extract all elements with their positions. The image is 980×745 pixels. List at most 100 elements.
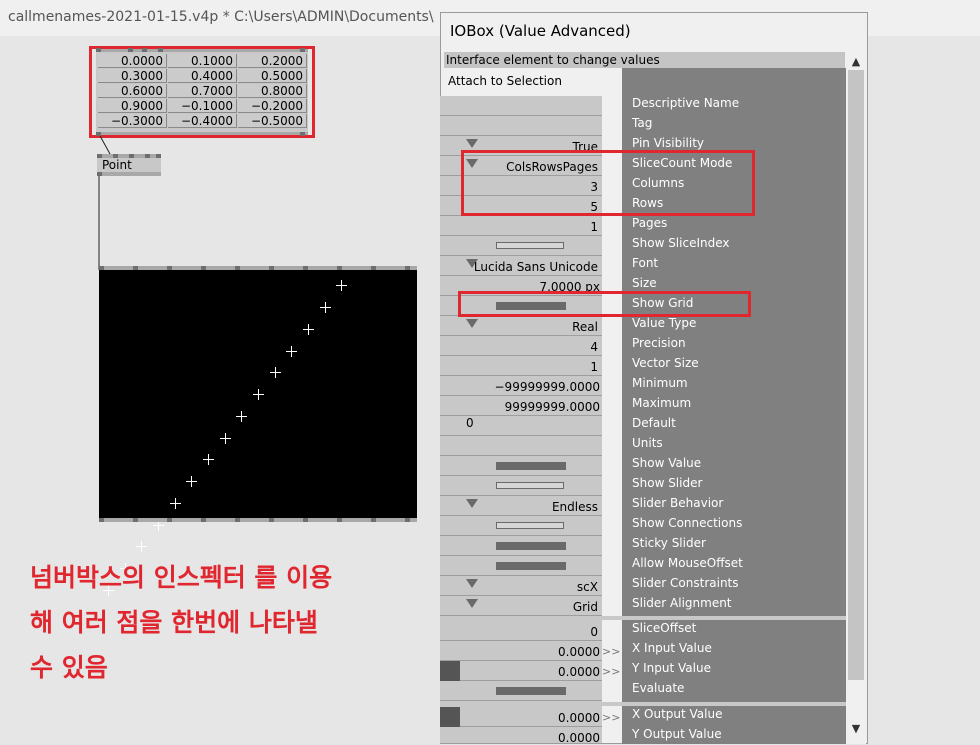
toggle-off bbox=[496, 522, 564, 529]
renderer-pin[interactable] bbox=[303, 518, 308, 522]
x-output-connected-marker bbox=[440, 707, 460, 727]
dropdown-triangle-icon bbox=[466, 599, 478, 608]
renderer-pin[interactable] bbox=[201, 518, 206, 522]
inspector-scroll-thumb[interactable] bbox=[848, 70, 864, 680]
value-value-type[interactable]: Real bbox=[440, 316, 602, 336]
value-x-input[interactable]: 0.0000 bbox=[440, 641, 602, 661]
inspector-title: IOBox (Value Advanced) bbox=[450, 22, 631, 40]
renderer-pin[interactable] bbox=[133, 266, 138, 270]
label-descriptive-name: Descriptive Name bbox=[632, 96, 740, 110]
value-pages[interactable]: 1 bbox=[440, 216, 602, 236]
label-show-sliceindex: Show SliceIndex bbox=[632, 236, 730, 250]
iobox-input-pin[interactable] bbox=[142, 48, 147, 52]
value-slider-alignment[interactable]: Grid bbox=[440, 596, 602, 616]
renderer-window[interactable] bbox=[99, 270, 417, 596]
scroll-down-icon[interactable]: ▼ bbox=[846, 720, 866, 738]
value-evaluate[interactable] bbox=[440, 681, 602, 701]
attach-to-selection-toggle[interactable]: Attach to Selection bbox=[448, 74, 562, 88]
label-y-input-value: Y Input Value bbox=[632, 661, 711, 675]
value-show-connections[interactable] bbox=[440, 516, 602, 536]
point-marker bbox=[219, 432, 231, 444]
value-y-output[interactable]: 0.0000 bbox=[440, 727, 602, 745]
renderer-pin[interactable] bbox=[337, 266, 342, 270]
iobox-input-pin[interactable] bbox=[158, 48, 163, 52]
value-show-value[interactable] bbox=[440, 456, 602, 476]
annotation-line-3: 수 있음 bbox=[30, 653, 108, 682]
value-sticky-slider[interactable] bbox=[440, 536, 602, 556]
value-maximum[interactable]: 99999999.0000 bbox=[440, 396, 602, 416]
value-units[interactable] bbox=[440, 436, 602, 456]
renderer-pin[interactable] bbox=[405, 518, 410, 522]
iobox-output-pin[interactable] bbox=[300, 132, 305, 136]
point-marker bbox=[236, 410, 248, 422]
iobox-input-pin[interactable] bbox=[128, 48, 133, 52]
label-slider-behavior: Slider Behavior bbox=[632, 496, 724, 510]
value-minimum[interactable]: −99999999.0000 bbox=[440, 376, 602, 396]
scroll-up-icon[interactable]: ▲ bbox=[846, 53, 866, 71]
value-font[interactable]: Lucida Sans Unicode bbox=[440, 256, 602, 276]
label-sliceoffset: SliceOffset bbox=[632, 621, 697, 635]
value-sliceoffset[interactable]: 0 bbox=[440, 621, 602, 641]
renderer-pin[interactable] bbox=[235, 518, 240, 522]
value-tag[interactable] bbox=[440, 116, 602, 136]
point-output-pin[interactable] bbox=[97, 172, 102, 176]
value-show-sliceindex[interactable] bbox=[440, 236, 602, 256]
label-default: Default bbox=[632, 416, 676, 430]
value-default[interactable]: 0 bbox=[440, 416, 602, 436]
toggle-on bbox=[496, 462, 566, 470]
renderer-pin[interactable] bbox=[405, 266, 410, 270]
iobox-input-pin[interactable] bbox=[96, 48, 101, 52]
label-tag: Tag bbox=[632, 116, 653, 130]
renderer-pin[interactable] bbox=[303, 266, 308, 270]
label-font: Font bbox=[632, 256, 659, 270]
label-show-slider: Show Slider bbox=[632, 476, 703, 490]
point-marker bbox=[169, 497, 181, 509]
renderer-pin[interactable] bbox=[235, 266, 240, 270]
section-separator bbox=[440, 702, 846, 706]
value-x-output[interactable]: 0.0000 bbox=[460, 707, 602, 727]
point-marker bbox=[136, 541, 148, 553]
label-precision: Precision bbox=[632, 336, 686, 350]
renderer-pin[interactable] bbox=[371, 518, 376, 522]
y-input-connected-marker bbox=[440, 661, 460, 681]
renderer-pin[interactable] bbox=[99, 266, 104, 270]
value-slider-constraints[interactable]: scX bbox=[440, 576, 602, 596]
value-allow-mouseoffset[interactable] bbox=[440, 556, 602, 576]
annotation-line-1: 넘버박스의 인스펙터 를 이용 bbox=[30, 563, 333, 592]
label-show-connections: Show Connections bbox=[632, 516, 743, 530]
point-node[interactable]: Point bbox=[97, 158, 161, 172]
patch-file-title: callmenames-2021-01-15.v4p * C:\Users\AD… bbox=[8, 9, 434, 25]
value-y-input[interactable]: 0.0000 bbox=[460, 661, 602, 681]
value-precision[interactable]: 4 bbox=[440, 336, 602, 356]
iobox-input-pin[interactable] bbox=[300, 48, 305, 52]
toggle-off bbox=[496, 482, 564, 489]
renderer-pin[interactable] bbox=[269, 266, 274, 270]
iobox-output-pin[interactable] bbox=[96, 132, 101, 136]
value-descriptive-name[interactable] bbox=[440, 96, 602, 116]
highlight-show-grid bbox=[458, 291, 751, 317]
renderer-pin[interactable] bbox=[269, 518, 274, 522]
label-allow-mouseoffset: Allow MouseOffset bbox=[632, 556, 743, 570]
renderer-pin[interactable] bbox=[201, 266, 206, 270]
toggle-on bbox=[496, 562, 566, 570]
label-size: Size bbox=[632, 276, 657, 290]
label-maximum: Maximum bbox=[632, 396, 692, 410]
renderer-pin[interactable] bbox=[133, 518, 138, 522]
dropdown-triangle-icon bbox=[466, 319, 478, 328]
toggle-off bbox=[496, 242, 564, 249]
label-value-type: Value Type bbox=[632, 316, 697, 330]
label-pages: Pages bbox=[632, 216, 668, 230]
link-iobox-point-x bbox=[98, 134, 111, 155]
value-vector-size[interactable]: 1 bbox=[440, 356, 602, 376]
point-marker bbox=[203, 454, 215, 466]
renderer-pin[interactable] bbox=[371, 266, 376, 270]
value-show-slider[interactable] bbox=[440, 476, 602, 496]
renderer-pin[interactable] bbox=[167, 266, 172, 270]
point-marker bbox=[253, 389, 264, 400]
renderer-pin[interactable] bbox=[99, 518, 104, 522]
value-slider-behavior[interactable]: Endless bbox=[440, 496, 602, 516]
renderer-pin[interactable] bbox=[337, 518, 342, 522]
point-marker bbox=[302, 323, 314, 335]
renderer-pin[interactable] bbox=[167, 518, 172, 522]
label-vector-size: Vector Size bbox=[632, 356, 699, 370]
